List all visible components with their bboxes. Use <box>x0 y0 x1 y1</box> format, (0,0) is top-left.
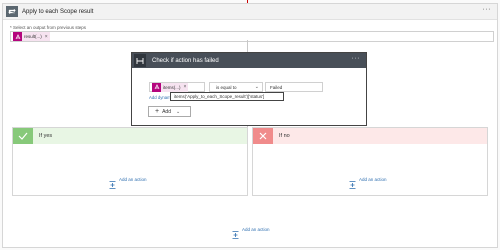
items-token[interactable]: items(...) × <box>152 82 189 92</box>
foreach-title: Apply to each Scope result <box>22 8 94 15</box>
result-token-remove-icon[interactable]: × <box>45 34 48 40</box>
if-no-branch: If no Add an action <box>252 127 488 196</box>
foreach-header[interactable]: Apply to each Scope result ··· <box>3 4 497 20</box>
condition-value-input[interactable]: Failed <box>265 82 323 92</box>
add-action-no[interactable]: Add an action <box>349 176 387 189</box>
x-icon <box>253 128 273 144</box>
condition-title: Check if action has failed <box>152 57 219 64</box>
add-action-yes[interactable]: Add an action <box>109 176 147 189</box>
dynamic-content-icon <box>152 82 161 92</box>
condition-row: items(...) × is equal to ⌄ Failed <box>149 82 323 92</box>
add-action-label: Add an action <box>119 177 147 182</box>
foreach-menu-icon[interactable]: ··· <box>483 6 492 13</box>
condition-header[interactable]: Check if action has failed ··· <box>132 53 366 68</box>
add-action-label: Add an action <box>242 227 270 232</box>
add-step-icon <box>232 226 239 239</box>
operator-select[interactable]: is equal to ⌄ <box>209 82 263 92</box>
add-step-icon <box>109 176 116 189</box>
check-icon <box>13 128 33 144</box>
if-yes-header: If yes <box>13 128 247 144</box>
if-no-label: If no <box>279 133 290 139</box>
items-token-label: items(...) <box>163 84 181 90</box>
connector-line <box>247 40 248 52</box>
token-tooltip: items('Apply_to_each_Scope_result')['sta… <box>170 92 284 101</box>
add-action-bottom[interactable]: Add an action <box>232 226 270 239</box>
if-yes-label: If yes <box>39 133 53 139</box>
chevron-down-icon: ⌄ <box>176 108 181 115</box>
operator-value: is equal to <box>216 84 237 90</box>
previous-steps-input[interactable]: result(...) × <box>10 31 494 42</box>
previous-steps-label: * Select an output from previous steps <box>10 25 87 30</box>
add-action-label: Add an action <box>359 177 387 182</box>
result-token[interactable]: result(...) × <box>13 32 50 41</box>
condition-card: Check if action has failed ··· items(...… <box>131 52 367 126</box>
loop-icon <box>6 6 18 17</box>
if-no-header: If no <box>253 128 487 144</box>
dynamic-content-icon <box>13 32 22 41</box>
plus-icon: + <box>155 108 160 115</box>
add-step-icon <box>349 176 356 189</box>
add-button[interactable]: + Add ⌄ <box>148 106 191 117</box>
chevron-down-icon: ⌄ <box>254 84 259 90</box>
condition-menu-icon[interactable]: ··· <box>352 55 361 62</box>
condition-left-operand[interactable]: items(...) × <box>149 82 205 92</box>
add-button-label: Add <box>162 108 171 115</box>
result-token-label: result(...) <box>24 34 42 39</box>
condition-icon <box>134 54 146 67</box>
items-token-remove-icon[interactable]: × <box>184 84 187 90</box>
if-yes-branch: If yes Add an action <box>12 127 248 196</box>
condition-value: Failed <box>270 84 283 90</box>
